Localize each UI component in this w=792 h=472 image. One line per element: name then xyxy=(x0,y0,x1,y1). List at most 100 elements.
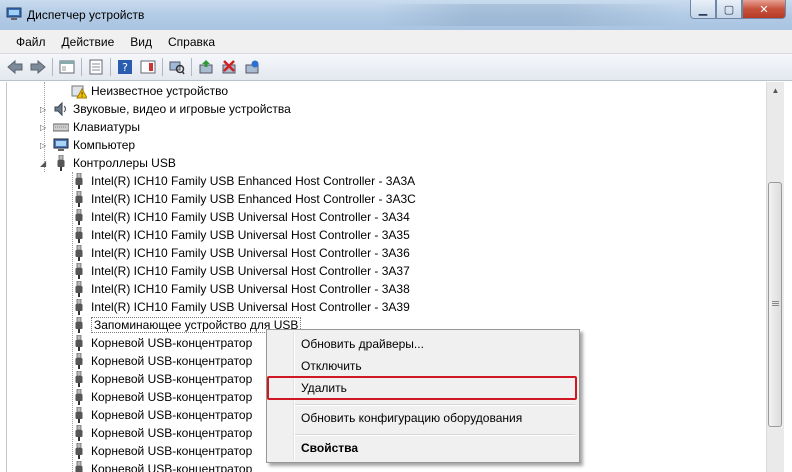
vertical-scrollbar[interactable]: ▲ xyxy=(766,82,784,472)
tree-item[interactable]: Корневой USB-концентратор xyxy=(71,352,252,370)
usb-icon xyxy=(71,173,87,189)
tree-item-label: Компьютер xyxy=(73,138,136,152)
close-icon: ✕ xyxy=(759,3,769,16)
tree-item-label: Intel(R) ICH10 Family USB Enhanced Host … xyxy=(91,192,416,206)
menu-properties[interactable]: Свойства xyxy=(301,437,358,459)
menu-help[interactable]: Справка xyxy=(160,35,223,49)
tree-item-label: Корневой USB-концентратор xyxy=(91,462,253,472)
usb-icon xyxy=(71,425,87,441)
forward-button[interactable] xyxy=(29,58,47,76)
tree-item-label: Неизвестное устройство xyxy=(91,84,229,98)
svg-text:!: ! xyxy=(81,91,84,99)
menu-file[interactable]: Файл xyxy=(8,35,54,49)
properties-icon xyxy=(89,59,103,75)
properties-toolbar-button[interactable] xyxy=(87,58,105,76)
tree-item[interactable]: ▷ Клавиатуры xyxy=(40,118,140,136)
window-title: Диспетчер устройств xyxy=(27,8,145,22)
scan-hardware-button[interactable] xyxy=(168,58,186,76)
tree-item[interactable]: Intel(R) ICH10 Family USB Enhanced Host … xyxy=(71,190,416,208)
tree-item[interactable]: Intel(R) ICH10 Family USB Universal Host… xyxy=(71,280,410,298)
tree-item[interactable]: ◢ Контроллеры USB xyxy=(40,154,176,172)
menu-disable[interactable]: Отключить xyxy=(301,355,362,377)
menu-update-drivers[interactable]: Обновить драйверы... xyxy=(301,333,424,355)
tree-item-label: Корневой USB-концентратор xyxy=(91,408,253,422)
device-manager-icon xyxy=(6,7,22,21)
tree-item[interactable]: Корневой USB-концентратор xyxy=(71,442,252,460)
tree-item-label: Корневой USB-концентратор xyxy=(91,390,253,404)
expand-triangle-icon[interactable]: ▷ xyxy=(40,123,46,132)
tree-item-label: Корневой USB-концентратор xyxy=(91,444,253,458)
tree-item[interactable]: Корневой USB-концентратор xyxy=(71,460,252,472)
enable-device-icon xyxy=(245,60,259,74)
usb-icon xyxy=(71,317,87,333)
tree-item[interactable]: ▷ Звуковые, видео и игровые устройства xyxy=(40,100,291,118)
scrollbar-thumb[interactable] xyxy=(768,182,782,427)
keyboard-icon xyxy=(53,119,69,135)
usb-icon xyxy=(71,461,87,472)
update-driver-icon xyxy=(199,60,213,74)
usb-icon xyxy=(71,281,87,297)
menu-view[interactable]: Вид xyxy=(122,35,160,49)
help-icon: ? xyxy=(118,60,132,74)
enable-device-button[interactable] xyxy=(243,58,261,76)
expand-triangle-icon[interactable]: ▷ xyxy=(40,141,46,150)
maximize-icon: ▢ xyxy=(723,3,735,16)
sound-icon xyxy=(53,101,69,117)
collapse-triangle-icon[interactable]: ◢ xyxy=(40,159,46,168)
usb-icon xyxy=(71,353,87,369)
usb-icon xyxy=(71,443,87,459)
expand-triangle-icon[interactable]: ▷ xyxy=(40,105,46,114)
maximize-button[interactable]: ▢ xyxy=(716,0,742,19)
tree-item[interactable]: Intel(R) ICH10 Family USB Enhanced Host … xyxy=(71,172,415,190)
minimize-button[interactable]: ▁ xyxy=(690,0,716,19)
action-pane-icon xyxy=(140,60,156,74)
scan-hardware-icon xyxy=(169,61,185,75)
tree-item[interactable]: Корневой USB-концентратор xyxy=(71,406,252,424)
tree-item-label: Контроллеры USB xyxy=(73,156,176,170)
unknown-device-icon: ! xyxy=(71,83,87,99)
menu-uninstall[interactable]: Удалить xyxy=(301,377,347,399)
usb-icon xyxy=(71,245,87,261)
tree-item-label: Intel(R) ICH10 Family USB Universal Host… xyxy=(91,264,410,278)
context-menu: Обновить драйверы... Отключить Удалить О… xyxy=(266,329,580,463)
tree-item[interactable]: Intel(R) ICH10 Family USB Universal Host… xyxy=(71,298,410,316)
tree-item[interactable]: Intel(R) ICH10 Family USB Universal Host… xyxy=(71,244,410,262)
tree-item-label: Клавиатуры xyxy=(73,120,140,134)
usb-icon xyxy=(71,407,87,423)
tree-item[interactable]: Intel(R) ICH10 Family USB Universal Host… xyxy=(71,262,410,280)
tree-item[interactable]: Intel(R) ICH10 Family USB Universal Host… xyxy=(71,226,410,244)
usb-icon xyxy=(71,299,87,315)
usb-icon xyxy=(71,209,87,225)
tree-item[interactable]: Intel(R) ICH10 Family USB Universal Host… xyxy=(71,208,410,226)
back-button[interactable] xyxy=(6,58,24,76)
console-tree-button[interactable] xyxy=(58,58,76,76)
minimize-icon: ▁ xyxy=(698,3,708,16)
tree-item[interactable]: Корневой USB-концентратор xyxy=(71,370,252,388)
tree-item-label: Корневой USB-концентратор xyxy=(91,336,253,350)
tree-item-label: Intel(R) ICH10 Family USB Universal Host… xyxy=(91,246,410,260)
tree-item-label: Intel(R) ICH10 Family USB Universal Host… xyxy=(91,228,410,242)
usb-icon xyxy=(53,155,69,171)
tree-item[interactable]: Корневой USB-концентратор xyxy=(71,424,252,442)
menu-scan-hardware[interactable]: Обновить конфигурацию оборудования xyxy=(301,407,522,429)
tree-item[interactable]: ! Неизвестное устройство xyxy=(71,82,228,100)
tree-item[interactable]: ▷ Компьютер xyxy=(40,136,136,154)
scroll-up-arrow-icon[interactable]: ▲ xyxy=(767,82,784,99)
tree-item[interactable]: Корневой USB-концентратор xyxy=(71,334,252,352)
menu-action[interactable]: Действие xyxy=(54,35,123,49)
tree-item-label: Intel(R) ICH10 Family USB Enhanced Host … xyxy=(91,174,416,188)
console-tree-icon xyxy=(59,60,75,74)
close-button[interactable]: ✕ xyxy=(742,0,786,19)
tree-item-label: Корневой USB-концентратор xyxy=(91,354,253,368)
title-bar: Диспетчер устройств ▁ ▢ ✕ xyxy=(0,0,792,30)
help-toolbar-button[interactable]: ? xyxy=(116,58,134,76)
update-driver-button[interactable] xyxy=(197,58,215,76)
svg-text:?: ? xyxy=(122,61,128,74)
usb-icon xyxy=(71,227,87,243)
menu-bar: Файл Действие Вид Справка xyxy=(0,30,792,54)
uninstall-device-button[interactable] xyxy=(220,58,238,76)
tree-item-label: Корневой USB-концентратор xyxy=(91,372,253,386)
usb-icon xyxy=(71,335,87,351)
action-pane-button[interactable] xyxy=(139,58,157,76)
tree-item[interactable]: Корневой USB-концентратор xyxy=(71,388,252,406)
